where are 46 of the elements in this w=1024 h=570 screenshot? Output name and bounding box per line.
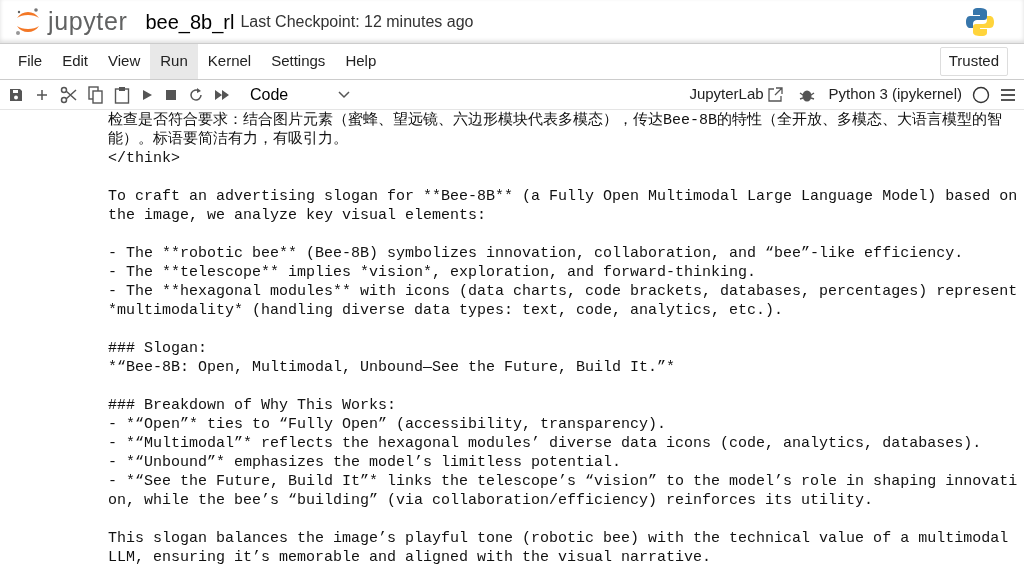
output-line: ### Breakdown of Why This Works: — [108, 396, 397, 415]
output-line: - The **robotic bee** (Bee-8B) symbolizes innovation, collaboration, and “bee”-like efficiency. — [108, 244, 964, 263]
output-line: </think> — [108, 149, 180, 168]
output-line: ### Slogan: — [108, 339, 208, 358]
checkpoint-status: Last Checkpoint: 12 minutes ago — [240, 11, 474, 32]
output-line: 能）。标语要简洁有力，有吸引力。 — [108, 130, 348, 149]
output-line: - *“Multimodal”* reflects the hexagonal modules’ diverse data icons (code, analytics, databases). — [108, 434, 982, 453]
menu-item[interactable]: Help — [335, 44, 387, 79]
trusted-button[interactable]: Trusted — [939, 47, 1008, 76]
output-line: - The **hexagonal modules** with icons (data charts, code brackets, databases, percentages) represent — [108, 282, 1018, 301]
notebook-name[interactable]: bee_8b_rl — [145, 6, 235, 37]
jupyterlab-link[interactable]: JupyterLab — [689, 83, 764, 106]
scissors-icon[interactable] — [60, 85, 78, 104]
menu-item[interactable]: Kernel — [197, 44, 262, 79]
jupyter-logo-icon — [14, 6, 42, 37]
menu-item[interactable]: View — [98, 44, 151, 79]
menu-item[interactable]: Run — [150, 44, 198, 79]
output-line: the image, we analyze key visual elements: — [108, 206, 487, 225]
save-icon[interactable] — [8, 86, 24, 103]
output-line: 检查是否符合要求：结合图片元素（蜜蜂、望远镜、六边形模块代表多模态），传达Bee-8B的特性（全开放、多模态、大语言模型的智 — [108, 111, 1002, 130]
menu-icon[interactable] — [1000, 87, 1016, 102]
cell-type-dropdown[interactable]: Code — [250, 82, 350, 107]
output-line: *multimodality* (handling diverse data types: text, code, analytics, etc.). — [108, 301, 784, 320]
output-line: LLM, ensuring it’s memorable and aligned with the visual narrative. — [108, 548, 712, 567]
paste-icon[interactable] — [114, 85, 130, 104]
menu-item[interactable]: File — [8, 44, 53, 79]
logo-text: jupyter — [48, 9, 128, 34]
copy-icon[interactable] — [88, 85, 104, 104]
output-line: - *“Open”* ties to “Fully Open” (accessibility, transparency). — [108, 415, 667, 434]
output-line: This slogan balances the image’s playful tone (robotic bee) with the technical value of a multimodal — [108, 529, 1009, 548]
external-link-icon — [767, 87, 783, 102]
output-line: *“Bee-8B: Open, Multimodal, Unbound—See the Future, Build It.”* — [108, 358, 676, 377]
fast-forward-icon[interactable] — [214, 87, 230, 102]
output-line: - The **telescope** implies *vision*, exploration, and forward-thinking. — [108, 263, 757, 282]
python-logo-icon — [966, 6, 994, 37]
output-line: To craft an advertising slogan for **Bee-8B** (a Fully Open Multimodal Large Language Model) based on — [108, 187, 1018, 206]
output-line: - *“Unbound”* emphasizes the model’s limitless potential. — [108, 453, 622, 472]
output-line: on, while the bee’s “building” (via collaboration/efficiency) reinforces its utility. — [108, 491, 874, 510]
caret-icon — [338, 90, 350, 99]
stop-icon[interactable] — [164, 87, 178, 102]
menu-item[interactable]: Edit — [52, 44, 99, 79]
menu-item[interactable]: Settings — [261, 44, 336, 79]
kernel-name[interactable]: Python 3 (ipykernel) — [828, 83, 962, 106]
output-line: - *“See the Future, Build It”* links the telescope’s “vision” to the model’s role in shaping innovati — [108, 472, 1018, 491]
run-icon[interactable] — [140, 87, 154, 102]
restart-icon[interactable] — [188, 86, 204, 103]
